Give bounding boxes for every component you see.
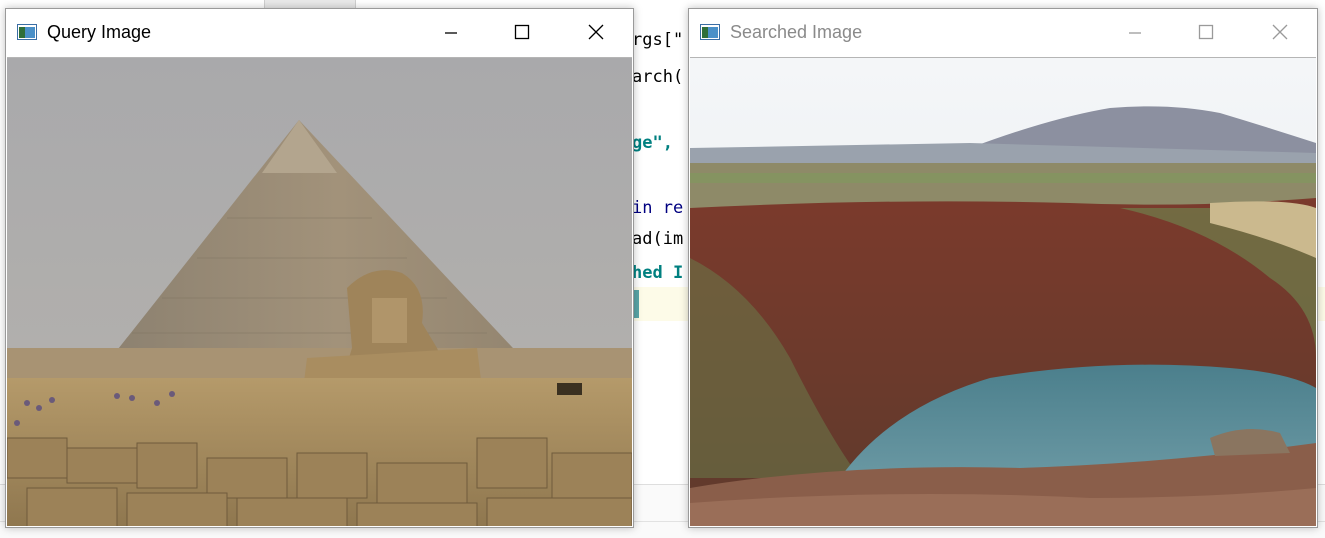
searched-window-titlebar[interactable]: Searched Image xyxy=(689,9,1317,55)
searched-image-window[interactable]: Searched Image xyxy=(688,8,1318,528)
query-minimize-button[interactable] xyxy=(413,9,487,55)
minimize-icon xyxy=(445,32,457,34)
code-line-5: ad(im xyxy=(632,229,684,249)
close-icon xyxy=(588,24,604,40)
searched-image-canvas xyxy=(690,57,1316,526)
query-image-window[interactable]: Query Image xyxy=(5,8,634,528)
searched-maximize-button[interactable] xyxy=(1169,9,1243,55)
code-line-3: ge", xyxy=(632,133,673,153)
minimize-icon xyxy=(1129,32,1141,34)
close-icon xyxy=(1272,24,1288,40)
maximize-icon xyxy=(514,24,530,40)
app-window-icon xyxy=(17,24,37,40)
query-close-button[interactable] xyxy=(557,9,631,55)
query-image-canvas xyxy=(7,57,632,526)
query-window-title: Query Image xyxy=(47,22,152,42)
searched-close-button[interactable] xyxy=(1241,9,1315,55)
query-window-titlebar[interactable]: Query Image xyxy=(6,9,633,55)
maximize-icon xyxy=(1198,24,1214,40)
searched-minimize-button[interactable] xyxy=(1097,9,1171,55)
pyramid-and-sphinx-photo xyxy=(7,58,632,526)
code-line-4: in re xyxy=(632,198,684,218)
query-maximize-button[interactable] xyxy=(485,9,559,55)
code-line-2: arch( xyxy=(632,67,684,87)
crater-lake-photo xyxy=(690,58,1316,526)
code-line-1: rgs[" xyxy=(632,30,684,50)
code-line-6: hed I xyxy=(632,263,684,283)
searched-window-title: Searched Image xyxy=(730,22,863,42)
app-window-icon xyxy=(700,24,720,40)
